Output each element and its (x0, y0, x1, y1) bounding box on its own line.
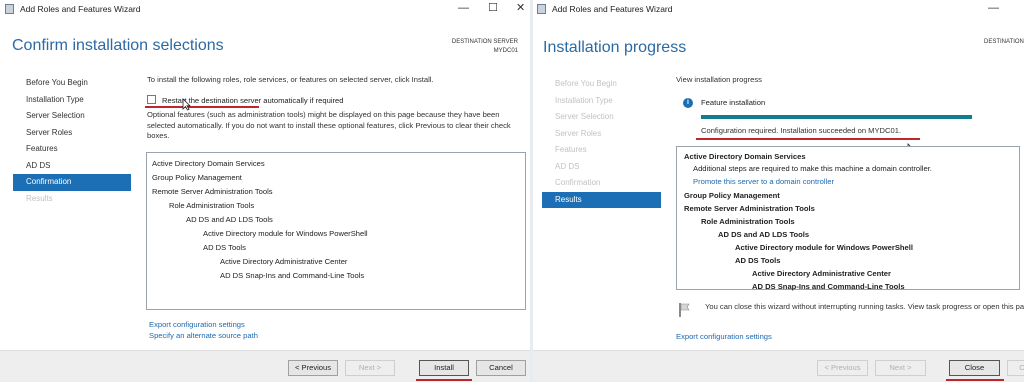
info-icon: i (683, 98, 693, 108)
annotation-underline (946, 379, 1004, 381)
list-item: Active Directory Domain Services (152, 159, 265, 168)
window-title: Add Roles and Features Wizard (20, 4, 141, 14)
result-item: AD DS Snap-Ins and Command-Line Tools (752, 282, 905, 291)
flag-icon (679, 303, 690, 317)
destination-label: DESTINATION (984, 39, 1024, 45)
list-item: Group Policy Management (152, 173, 242, 182)
restart-option[interactable]: Restart the destination server automatic… (147, 95, 525, 107)
nav-ad-ds[interactable]: AD DS (13, 158, 131, 175)
promote-dc-link[interactable]: Promote this server to a domain controll… (684, 174, 1012, 189)
list-item: AD DS and AD LDS Tools (186, 215, 273, 224)
nav-confirmation: Confirmation (555, 178, 601, 187)
list-item: Active Directory Administrative Center (220, 257, 348, 266)
previous-button: < Previous (817, 360, 868, 376)
wizard-nav: Before You Begin Installation Type Serve… (13, 75, 131, 207)
annotation-underline (416, 379, 472, 381)
nav-before-you-begin: Before You Begin (555, 79, 617, 88)
adds-note: Additional steps are required to make th… (693, 164, 932, 173)
cancel-button[interactable]: Cancel (476, 360, 526, 376)
optional-features-text: Optional features (such as administratio… (147, 110, 511, 140)
list-item: AD DS Snap-Ins and Command-Line Tools (220, 271, 365, 280)
nav-before-you-begin[interactable]: Before You Begin (13, 75, 131, 92)
result-item: Active Directory Administrative Center (752, 269, 891, 278)
alternate-source-link[interactable]: Specify an alternate source path (149, 331, 258, 340)
close-note-line: You can close this wizard without interr… (705, 302, 1024, 313)
nav-server-roles: Server Roles (555, 128, 602, 138)
nav-ad-ds: AD DS (555, 161, 580, 171)
nav-results: Results (26, 193, 53, 203)
export-config-link[interactable]: Export configuration settings (676, 332, 772, 341)
result-item: Role Administration Tools (701, 217, 795, 226)
list-item: Role Administration Tools (169, 201, 255, 210)
nav-server-selection: Server Selection (555, 112, 614, 121)
result-item: Remote Server Administration Tools (684, 204, 815, 213)
list-item: Remote Server Administration Tools (152, 187, 273, 196)
nav-features: Features (555, 145, 587, 154)
wizard-footer: < Previous Next > Close C (533, 350, 1024, 382)
list-item: AD DS Tools (203, 243, 246, 252)
restart-checkbox[interactable] (147, 95, 156, 104)
nav-confirmation[interactable]: Confirmation (13, 174, 131, 191)
window-title: Add Roles and Features Wizard (552, 4, 673, 14)
export-config-link[interactable]: Export configuration settings (149, 320, 245, 329)
wizard-nav: Before You Begin Installation Type Serve… (542, 76, 661, 208)
minimize-icon[interactable]: — (988, 2, 999, 14)
result-item: Group Policy Management (684, 191, 780, 200)
wizard-app-icon (5, 4, 14, 14)
results-list[interactable]: Active Directory Domain Services Additio… (676, 146, 1020, 291)
nav-installation-type: Installation Type (555, 95, 613, 105)
destination-server: DESTINATION SERVER MYDC01 (452, 38, 518, 56)
result-item-adds: Active Directory Domain Services (684, 152, 806, 161)
wizard-footer: < Previous Next > Install Cancel (0, 350, 530, 382)
nav-installation-type[interactable]: Installation Type (13, 92, 131, 109)
close-icon[interactable]: ✕ (516, 1, 525, 14)
feature-installation-label: Feature installation (701, 98, 766, 107)
close-button[interactable]: Close (949, 360, 1000, 376)
result-item: Active Directory module for Windows Powe… (735, 243, 913, 252)
view-progress-label: View installation progress (676, 75, 762, 84)
list-item: Active Directory module for Windows Powe… (203, 229, 368, 238)
install-progress-bar (701, 115, 972, 119)
next-button: Next > (345, 360, 395, 376)
maximize-icon[interactable]: ☐ (488, 1, 498, 14)
confirm-wizard-window: Add Roles and Features Wizard — ☐ ✕ Conf… (0, 0, 530, 382)
result-item: AD DS Tools (735, 256, 781, 265)
install-button[interactable]: Install (419, 360, 469, 376)
annotation-underline (696, 138, 920, 140)
nav-features[interactable]: Features (13, 141, 131, 158)
progress-fill (701, 115, 972, 119)
result-item: AD DS and AD LDS Tools (718, 230, 810, 239)
destination-server-name: MYDC01 (493, 48, 518, 54)
title-bar: ✕ Add Roles and Features Wizard — (533, 0, 1024, 18)
wizard-app-icon (537, 4, 546, 14)
nav-server-roles[interactable]: Server Roles (13, 125, 131, 142)
intro-text: To install the following roles, role ser… (147, 75, 434, 84)
selected-features-list[interactable]: Active Directory Domain Services Group P… (146, 152, 526, 310)
nav-server-selection[interactable]: Server Selection (13, 108, 131, 125)
next-button: Next > (875, 360, 926, 376)
nav-results[interactable]: Results (542, 191, 661, 208)
page-title: Confirm installation selections (12, 37, 224, 54)
destination-label: DESTINATION SERVER (451, 39, 518, 45)
install-status-text: Configuration required. Installation suc… (701, 126, 902, 135)
progress-wizard-window: ✕ Add Roles and Features Wizard — Instal… (533, 0, 1024, 382)
title-bar: Add Roles and Features Wizard — ☐ ✕ (0, 0, 530, 18)
previous-button[interactable]: < Previous (288, 360, 338, 376)
minimize-icon[interactable]: — (458, 2, 469, 14)
page-title: Installation progress (543, 39, 687, 56)
annotation-underline (145, 106, 259, 108)
cancel-button: C (1007, 360, 1024, 376)
close-note-text: You can close this wizard without interr… (705, 302, 1024, 311)
